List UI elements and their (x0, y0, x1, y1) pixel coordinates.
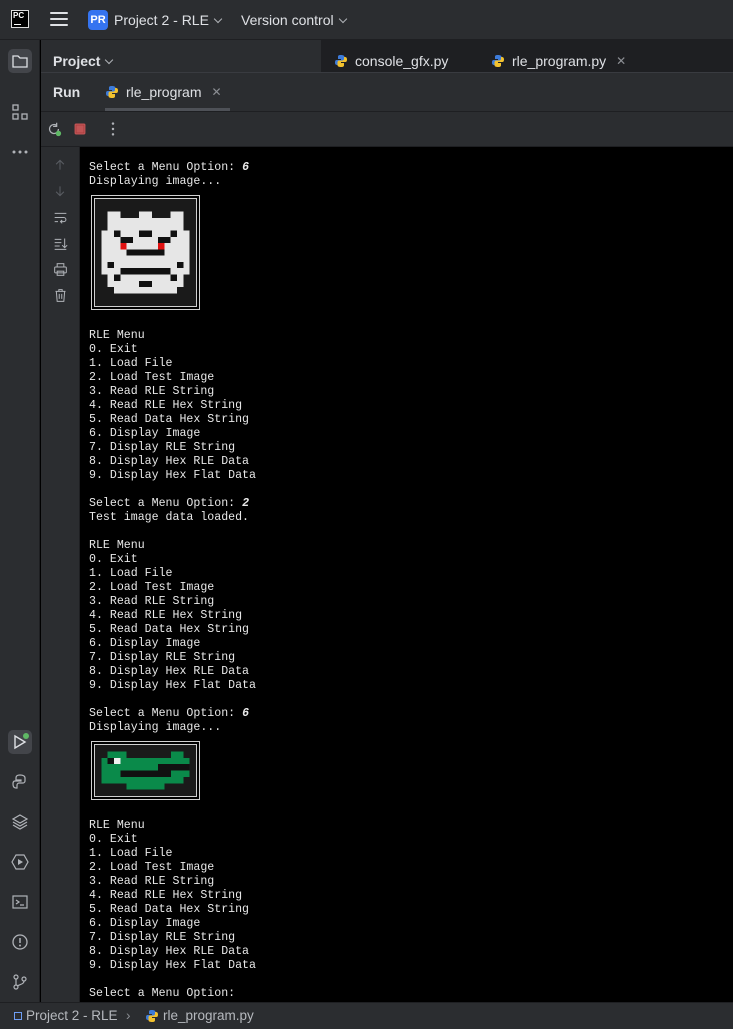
python-icon (492, 55, 504, 67)
displayed-image-gator (91, 741, 200, 800)
project-panel-toggle[interactable]: Project (53, 53, 114, 69)
console-line: 5. Read Data Hex String (89, 413, 250, 426)
breadcrumb-file[interactable]: rle_program.py (145, 1008, 254, 1023)
console-line: 2. Load Test Image (89, 371, 215, 384)
structure-icon[interactable] (8, 100, 32, 124)
console-line: 9. Display Hex Flat Data (89, 959, 256, 972)
console-line: 6. Display Image (89, 637, 201, 650)
console-line: 1. Load File (89, 357, 173, 370)
tool-window-strip (0, 40, 40, 1002)
project-badge[interactable]: PR (88, 10, 108, 30)
title-bar: PC PR Project 2 - RLE Version control (0, 0, 733, 40)
console-line: Select a Menu Option: 6 (89, 707, 250, 720)
console-line: 1. Load File (89, 567, 173, 580)
problems-icon[interactable] (8, 930, 32, 954)
run-window-header: Run rle_program ✕ (41, 72, 733, 112)
breadcrumb-separator-icon: › (126, 1008, 131, 1023)
console-line: 0. Exit (89, 553, 138, 566)
console-line: RLE Menu (89, 329, 145, 342)
console-line: 4. Read RLE Hex String (89, 889, 243, 902)
console-line: 5. Read Data Hex String (89, 903, 250, 916)
console-line: Displaying image... (89, 721, 222, 734)
console-line: 3. Read RLE String (89, 595, 215, 608)
console-line: 7. Display RLE String (89, 651, 236, 664)
project-panel-title: Project (53, 53, 101, 69)
console-line: 2. Load Test Image (89, 861, 215, 874)
project-switcher[interactable]: Project 2 - RLE (114, 12, 223, 28)
run-tab-rle-program[interactable]: rle_program ✕ (105, 84, 222, 100)
chevron-down-icon (338, 14, 347, 24)
console-line: 7. Display RLE String (89, 441, 236, 454)
arrow-down-icon[interactable] (51, 182, 69, 200)
console-line: 5. Read Data Hex String (89, 623, 250, 636)
version-control-menu[interactable]: Version control (241, 12, 347, 28)
console-line: 4. Read RLE Hex String (89, 399, 243, 412)
breadcrumb-project[interactable]: Project 2 - RLE (14, 1008, 118, 1023)
console-line: 6. Display Image (89, 917, 201, 930)
run-toolbar (41, 112, 733, 147)
python-packages-icon[interactable] (8, 810, 32, 834)
console-output[interactable]: Select a Menu Option: 6 Displaying image… (80, 147, 733, 1002)
python-icon (335, 55, 347, 67)
console-line: 0. Exit (89, 343, 138, 356)
console-line: Select a Menu Option: 6 (89, 161, 250, 174)
arrow-up-icon[interactable] (51, 156, 69, 174)
git-icon[interactable] (8, 970, 32, 994)
stop-icon[interactable] (71, 120, 89, 138)
pycharm-logo-icon[interactable]: PC (11, 10, 29, 28)
active-tab-indicator (105, 108, 230, 111)
console-line: Test image data loaded. (89, 511, 250, 524)
console-line: 8. Display Hex RLE Data (89, 665, 250, 678)
console-line: 3. Read RLE String (89, 385, 215, 398)
folder-icon[interactable] (8, 49, 32, 73)
console-line: 9. Display Hex Flat Data (89, 469, 256, 482)
console-line: 1. Load File (89, 847, 173, 860)
python-icon (106, 86, 118, 98)
chevron-down-icon (213, 14, 223, 24)
chevron-down-icon (105, 55, 114, 65)
run-window-title: Run (53, 84, 81, 100)
console-prompt-line[interactable]: Select a Menu Option: (89, 987, 242, 1001)
console-line: Displaying image... (89, 175, 222, 188)
rerun-icon[interactable] (45, 120, 63, 138)
tab-console-gfx[interactable]: console_gfx.py (334, 53, 448, 69)
close-icon[interactable]: ✕ (211, 85, 221, 99)
console-line: 3. Read RLE String (89, 875, 215, 888)
more-tools-icon[interactable] (8, 140, 32, 164)
console-line: 7. Display RLE String (89, 931, 236, 944)
trash-icon[interactable] (51, 286, 69, 304)
displayed-image-face (91, 195, 200, 310)
console-line: 8. Display Hex RLE Data (89, 455, 250, 468)
main-menu-icon[interactable] (50, 12, 68, 28)
console-line: RLE Menu (89, 819, 145, 832)
console-line: 4. Read RLE Hex String (89, 609, 243, 622)
services-icon[interactable] (8, 850, 32, 874)
console-line: RLE Menu (89, 539, 145, 552)
console-line: 9. Display Hex Flat Data (89, 679, 256, 692)
console-line: 8. Display Hex RLE Data (89, 945, 250, 958)
run-icon[interactable] (8, 730, 32, 754)
console-line: Select a Menu Option: 2 (89, 497, 250, 510)
close-icon[interactable]: ✕ (616, 54, 626, 68)
project-name: Project 2 - RLE (114, 12, 209, 28)
console-gutter (41, 147, 80, 1002)
more-options-icon[interactable] (104, 120, 122, 138)
scroll-to-end-icon[interactable] (51, 234, 69, 252)
tab-rle-program[interactable]: rle_program.py ✕ (491, 53, 626, 69)
print-icon[interactable] (51, 260, 69, 278)
console-line: 0. Exit (89, 833, 138, 846)
soft-wrap-icon[interactable] (51, 208, 69, 226)
console-line: 6. Display Image (89, 427, 201, 440)
python-icon (146, 1009, 158, 1022)
python-console-icon[interactable] (8, 770, 32, 794)
console-line: 2. Load Test Image (89, 581, 215, 594)
terminal-icon[interactable] (8, 890, 32, 914)
module-icon (14, 1011, 22, 1020)
version-control-label: Version control (241, 12, 334, 28)
status-bar: Project 2 - RLE › rle_program.py (0, 1002, 733, 1029)
